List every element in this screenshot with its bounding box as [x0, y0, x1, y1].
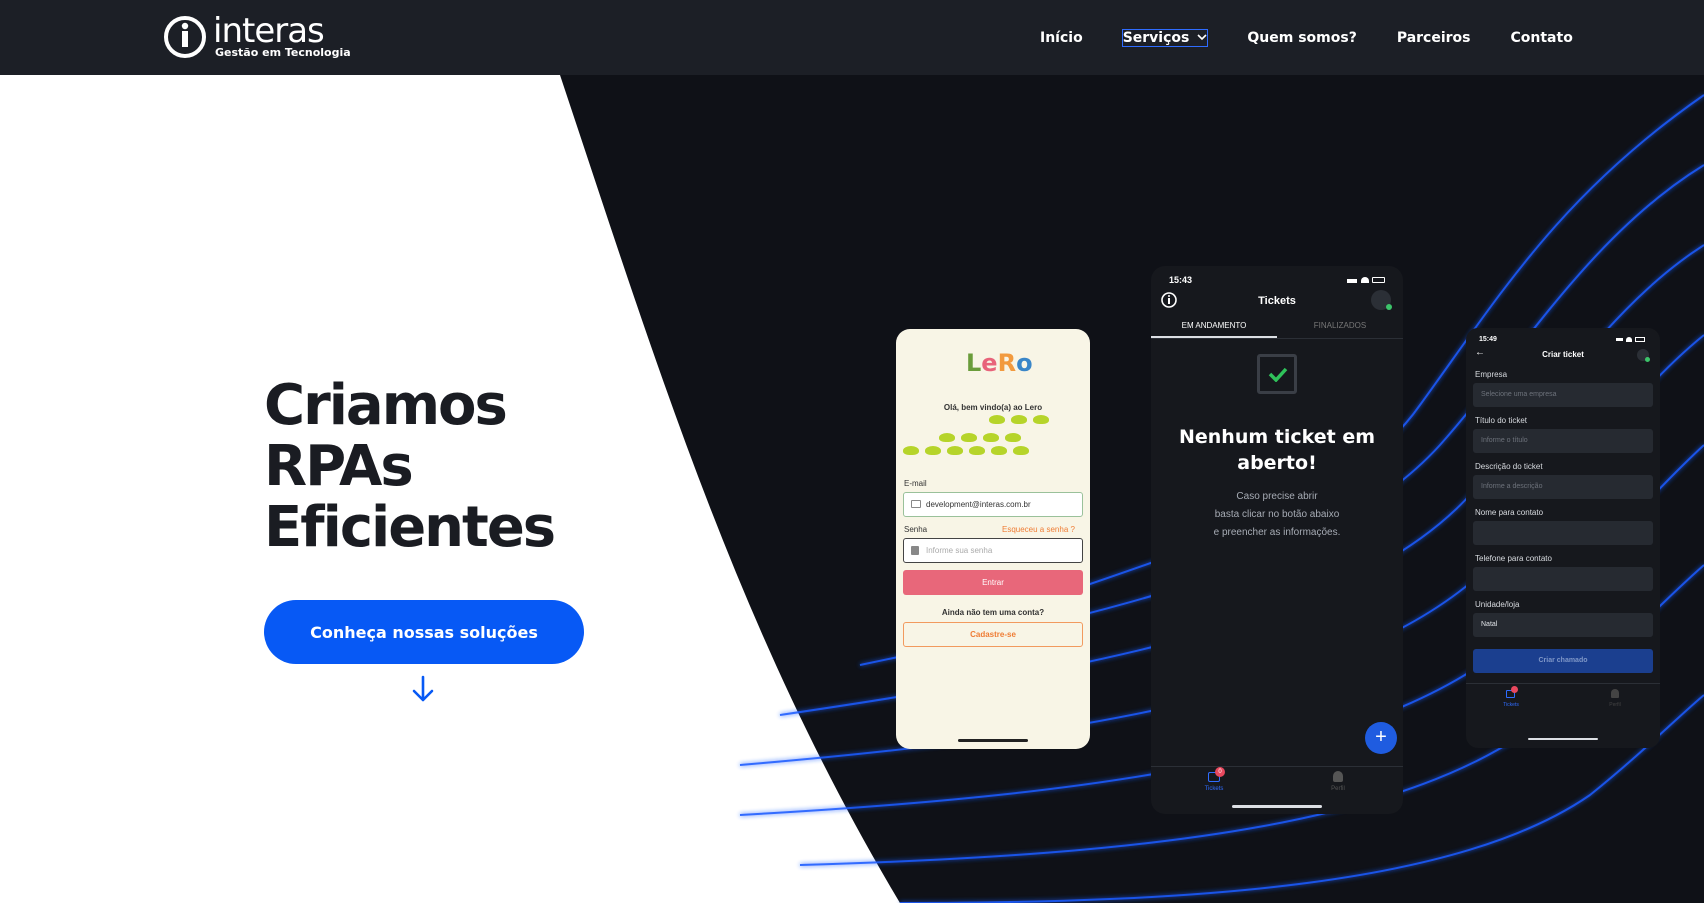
- company-placeholder: Selecione uma empresa: [1481, 391, 1557, 398]
- empty-title-2: aberto!: [1237, 452, 1317, 474]
- ticket-title-input[interactable]: Informe o título: [1473, 429, 1653, 453]
- forgot-password-link[interactable]: Esqueceu a senha ?: [1002, 525, 1075, 534]
- status-icons: [1347, 277, 1387, 283]
- email-field[interactable]: development@interas.com.br: [903, 492, 1083, 517]
- tabbar-divider: [1151, 766, 1403, 767]
- no-account-text: Ainda não tem uma conta?: [941, 608, 1045, 617]
- ticket-title-label: Título do ticket: [1475, 416, 1528, 425]
- main-nav: Início Serviços Quem somos? Parceiros Co…: [1040, 0, 1613, 75]
- enter-button[interactable]: Entrar: [903, 570, 1083, 595]
- status-time: 15:49: [1479, 336, 1497, 343]
- chevron-down-icon: [1197, 34, 1207, 41]
- nav-contato[interactable]: Contato: [1511, 30, 1573, 46]
- arrow-down-icon[interactable]: [411, 675, 435, 703]
- tabbar-divider: [1466, 683, 1660, 684]
- status-time: 15:43: [1169, 275, 1193, 285]
- nav-quem-somos[interactable]: Quem somos?: [1247, 30, 1356, 46]
- tab-finished[interactable]: FINALIZADOS: [1277, 321, 1403, 330]
- tickets-badge: [1511, 686, 1518, 693]
- add-ticket-button[interactable]: +: [1365, 722, 1397, 754]
- profile-tab-icon[interactable]: [1611, 689, 1619, 698]
- hero-line-1: Criamos: [264, 373, 508, 438]
- checkbox-illustration: [1257, 354, 1297, 394]
- contact-name-label: Nome para contato: [1475, 508, 1544, 517]
- empty-text-1: Caso precise abrir: [1236, 491, 1318, 502]
- footprints-decoration: [986, 411, 1086, 429]
- ticket-title-placeholder: Informe o título: [1481, 437, 1528, 444]
- hero-line-2: RPAs: [264, 434, 414, 499]
- lock-icon: [911, 546, 919, 555]
- home-indicator: [1528, 738, 1598, 740]
- nav-label: Parceiros: [1396, 29, 1471, 46]
- contact-phone-input[interactable]: [1473, 567, 1653, 591]
- tickets-badge: 0: [1215, 767, 1225, 777]
- profile-icon[interactable]: [1371, 290, 1392, 310]
- mail-icon: [911, 500, 921, 508]
- phone-mockup-create-ticket: 15:49 ← Criar ticket Empresa Selecione u…: [1466, 328, 1660, 748]
- check-icon: [1268, 367, 1288, 382]
- tickets-title: Tickets: [1258, 295, 1296, 307]
- home-indicator: [958, 739, 1028, 742]
- hero-headline: Criamos RPAs Eficientes: [264, 375, 684, 558]
- password-placeholder: Informe sua senha: [926, 546, 993, 555]
- tab-in-progress[interactable]: EM ANDAMENTO: [1151, 321, 1277, 330]
- empty-title-1: Nenhum ticket em: [1178, 426, 1376, 448]
- nav-inicio[interactable]: Início: [1040, 30, 1083, 46]
- empty-text-2: basta clicar no botão abaixo: [1214, 509, 1340, 520]
- footprints-decoration: [900, 442, 1032, 460]
- top-navbar: interas Gestão em Tecnologia Início Serv…: [0, 0, 1704, 75]
- empty-text-3: e preencher as informações.: [1213, 527, 1341, 538]
- password-field[interactable]: Informe sua senha: [903, 538, 1083, 563]
- company-select[interactable]: Selecione uma empresa: [1473, 383, 1653, 407]
- logo-mark-icon: [164, 16, 206, 58]
- nav-label: Início: [1040, 29, 1083, 46]
- ticket-desc-label: Descrição do ticket: [1475, 462, 1543, 471]
- hero-background: [560, 75, 1704, 903]
- brand-logo[interactable]: interas Gestão em Tecnologia: [163, 13, 363, 63]
- company-label: Empresa: [1475, 370, 1508, 379]
- phone-mockup-lero: LeRo Olá, bem vindo(a) ao Lero E-mail de…: [896, 329, 1090, 749]
- email-label: E-mail: [904, 479, 927, 488]
- solutions-cta-button[interactable]: Conheça nossas soluções: [264, 600, 584, 664]
- create-ticket-title: Criar ticket: [1542, 350, 1584, 359]
- nav-label: Quem somos?: [1247, 29, 1357, 46]
- contact-phone-label: Telefone para contato: [1475, 554, 1552, 563]
- nav-label: Contato: [1510, 29, 1573, 46]
- contact-name-input[interactable]: [1473, 521, 1653, 545]
- tickets-tab-label[interactable]: Tickets: [1186, 786, 1242, 792]
- unit-select[interactable]: Natal: [1473, 613, 1653, 637]
- nav-label: Serviços: [1122, 29, 1190, 46]
- unit-label: Unidade/loja: [1475, 600, 1520, 609]
- signup-button[interactable]: Cadastre-se: [903, 622, 1083, 647]
- create-call-button[interactable]: Criar chamado: [1473, 649, 1653, 673]
- password-label: Senha: [904, 525, 928, 534]
- home-indicator: [1232, 805, 1322, 808]
- tickets-tab-label[interactable]: Tickets: [1491, 702, 1531, 708]
- ticket-desc-placeholder: Informe a descrição: [1481, 483, 1543, 490]
- brand-tagline: Gestão em Tecnologia: [215, 46, 351, 59]
- hero-line-3: Eficientes: [264, 495, 556, 560]
- nav-parceiros[interactable]: Parceiros: [1397, 30, 1471, 46]
- ticket-desc-input[interactable]: Informe a descrição: [1473, 475, 1653, 499]
- profile-tab-label[interactable]: Perfil: [1595, 702, 1635, 708]
- nav-servicos[interactable]: Serviços: [1121, 28, 1209, 47]
- status-icons: [1616, 337, 1646, 342]
- unit-value: Natal: [1481, 621, 1498, 628]
- profile-icon[interactable]: [1637, 349, 1650, 362]
- profile-tab-icon[interactable]: [1333, 771, 1343, 782]
- email-value: development@interas.com.br: [926, 500, 1031, 509]
- brand-name: interas: [213, 11, 325, 51]
- lero-logo: LeRo: [966, 349, 1033, 377]
- profile-tab-label[interactable]: Perfil: [1310, 786, 1366, 792]
- phone-mockup-tickets: 15:43 Tickets EM ANDAMENTO FINALIZADOS N…: [1151, 266, 1403, 814]
- tab-divider: [1151, 338, 1403, 339]
